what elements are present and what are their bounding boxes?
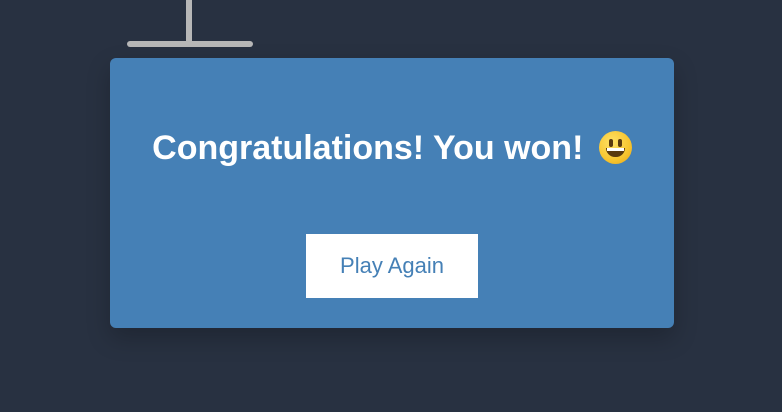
hangman-gallows <box>0 0 782 60</box>
win-message: Congratulations! You won! <box>110 128 674 168</box>
gallows-pole <box>186 0 192 44</box>
win-message-text: Congratulations! You won! <box>152 129 584 167</box>
win-popup: Congratulations! You won! Play Again <box>110 58 674 328</box>
gallows-base <box>127 41 253 47</box>
grinning-face-icon <box>598 131 632 164</box>
play-again-button[interactable]: Play Again <box>306 234 478 298</box>
